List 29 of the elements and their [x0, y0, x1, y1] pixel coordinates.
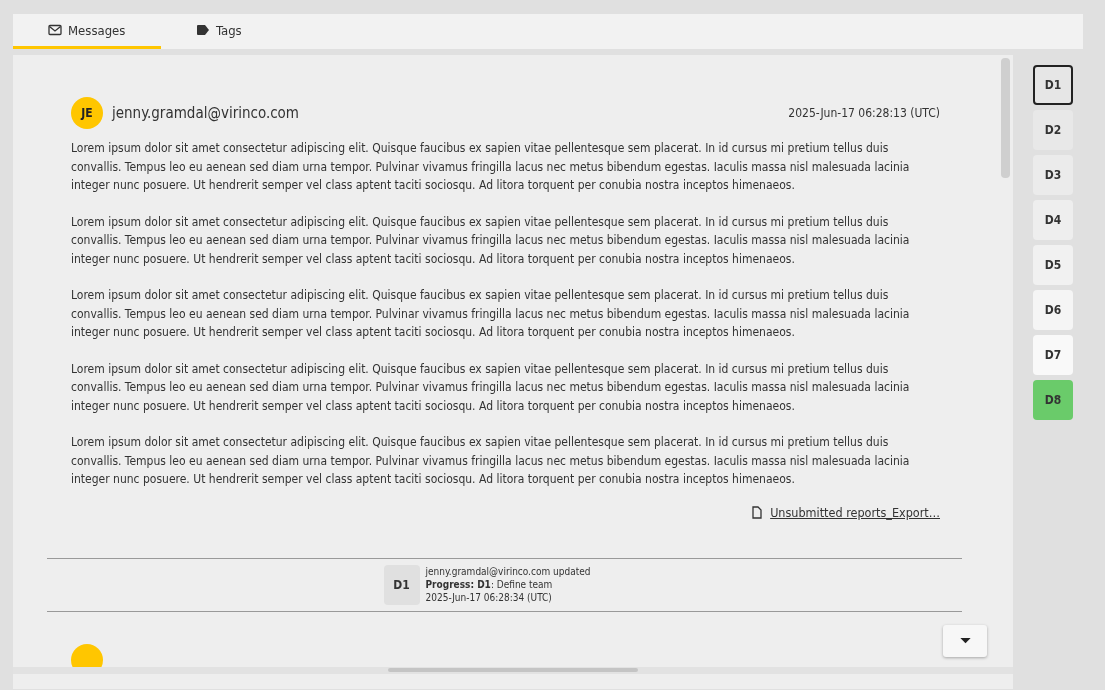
step-button[interactable]: D5	[1033, 245, 1073, 285]
file-icon	[752, 505, 763, 519]
tab[interactable]: Tags	[161, 14, 309, 49]
envelope-icon	[48, 24, 62, 36]
event-timestamp: 2025-Jun-17 06:28:34 (UTC)	[425, 591, 553, 604]
attachment-link[interactable]: Unsubmitted reports_Export…	[770, 504, 940, 520]
scroll-down-button[interactable]	[943, 625, 987, 657]
message-paragraph: Lorem ipsum dolor sit amet consectetur adipiscing elit. Quisque faucibus ex sapien vitae pellentesque sem placerat. In id cursus mi pretium tellus duis convallis. Tempus leo eu aenean sed diam urna tempor. Pulvinar vivamus fringilla lacus nec metus bibendum egestas. Iaculis massa nisl malesuada lacinia integer nunc posuere. Ut hendrerit semper vel class aptent taciti sociosqu. Ad litora torquent per conubia nostra inceptos himenaeos.	[71, 213, 911, 268]
message-timestamp: 2025-Jun-17 06:28:13 (UTC)	[788, 106, 940, 120]
step-button[interactable]: D6	[1033, 290, 1073, 330]
caret-icon	[959, 638, 971, 644]
message-paragraph: Lorem ipsum dolor sit amet consectetur adipiscing elit. Quisque faucibus ex sapien vitae pellentesque sem placerat. In id cursus mi pretium tellus duis convallis. Tempus leo eu aenean sed diam urna tempor. Pulvinar vivamus fringilla lacus nec metus bibendum egestas. Iaculis massa nisl malesuada lacinia integer nunc posuere. Ut hendrerit semper vel class aptent taciti sociosqu. Ad litora torquent per conubia nostra inceptos himenaeos.	[71, 360, 911, 415]
tab[interactable]: Messages	[13, 14, 161, 49]
message-paragraph: Lorem ipsum dolor sit amet consectetur adipiscing elit. Quisque faucibus ex sapien vitae pellentesque sem placerat. In id cursus mi pretium tellus duis convallis. Tempus leo eu aenean sed diam urna tempor. Pulvinar vivamus fringilla lacus nec metus bibendum egestas. Iaculis massa nisl malesuada lacinia integer nunc posuere. Ut hendrerit semper vel class aptent taciti sociosqu. Ad litora torquent per conubia nostra inceptos himenaeos.	[71, 287, 911, 341]
sender-email: jenny.gramdal@virinco.com	[112, 104, 299, 122]
avatar	[71, 643, 103, 667]
message-paragraph: Lorem ipsum dolor sit amet consectetur adipiscing elit. Quisque faucibus ex sapien vitae pellentesque sem placerat. In id cursus mi pretium tellus duis convallis. Tempus leo eu aenean sed diam urna tempor. Pulvinar vivamus fringilla lacus nec metus bibendum egestas. Iaculis massa nisl malesuada lacinia integer nunc posuere. Ut hendrerit semper vel class aptent taciti sociosqu. Ad litora torquent per conubia nostra inceptos himenaeos.	[71, 434, 911, 488]
step-button[interactable]: D2	[1033, 110, 1073, 150]
message-paragraph: Lorem ipsum dolor sit amet consectetur adipiscing elit. Quisque faucibus ex sapien vitae pellentesque sem placerat. In id cursus mi pretium tellus duis convallis. Tempus leo eu aenean sed diam urna tempor. Pulvinar vivamus fringilla lacus nec metus bibendum egestas. Iaculis massa nisl malesuada lacinia integer nunc posuere. Ut hendrerit semper vel class aptent taciti sociosqu. Ad litora torquent per conubia nostra inceptos himenaeos.	[71, 140, 911, 194]
step-button[interactable]: D4	[1033, 200, 1073, 240]
step-button[interactable]: D1	[1033, 65, 1073, 105]
avatar: JE	[71, 97, 103, 129]
tag-icon	[196, 24, 210, 36]
event-detail: Progress: D1: Define team	[425, 578, 554, 591]
step-button[interactable]: D8	[1033, 380, 1073, 420]
step-button[interactable]: D7	[1033, 335, 1073, 375]
step-badge: D1	[383, 564, 420, 605]
step-button[interactable]: D3	[1033, 155, 1073, 195]
event-text: jenny.gramdal@virinco.com updated	[425, 565, 592, 578]
